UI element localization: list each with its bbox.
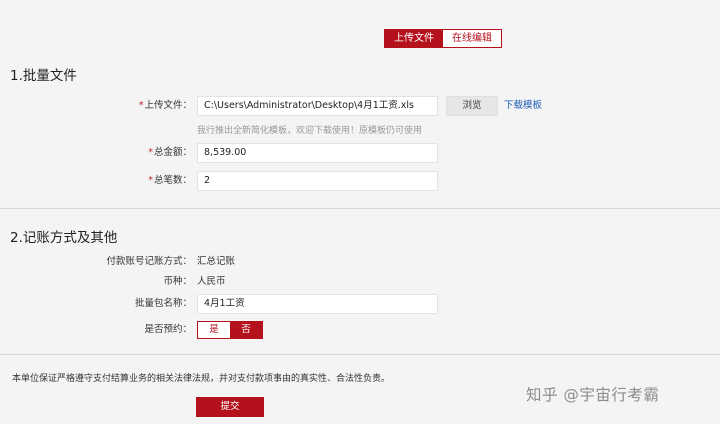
reserve-label: 是否预约： — [144, 324, 192, 335]
currency-value: 人民币 — [197, 276, 226, 287]
accounting-method-label: 付款账号记账方式： — [106, 256, 192, 267]
footer-divider — [0, 354, 720, 355]
total-amount-input[interactable]: 8,539.00 — [197, 143, 438, 163]
reserve-option-yes[interactable]: 是 — [198, 322, 230, 338]
submit-button[interactable]: 提交 — [196, 397, 264, 417]
mode-tabs: 上传文件 在线编辑 — [384, 29, 502, 48]
currency-label: 币种： — [163, 276, 192, 287]
browse-button[interactable]: 浏览 — [446, 96, 498, 116]
section-title-accounting: 2.记账方式及其他 — [10, 230, 118, 246]
download-template-link[interactable]: 下载模板 — [504, 96, 542, 116]
reserve-option-no[interactable]: 否 — [230, 322, 262, 338]
required-mark: * — [138, 100, 144, 111]
upload-file-label-text: 上传文件： — [144, 100, 192, 111]
batch-name-label: 批量包名称： — [134, 298, 192, 309]
tab-upload-file[interactable]: 上传文件 — [385, 30, 443, 47]
compliance-statement: 本单位保证严格遵守支付结算业务的相关法律法规，并对支付款项事由的真实性、合法性负… — [12, 374, 391, 384]
reserve-toggle: 是 否 — [197, 321, 263, 339]
template-hint-text: 我行推出全新简化模板，欢迎下载使用！原模板仍可使用 — [197, 126, 423, 136]
required-mark: * — [148, 147, 153, 158]
total-count-label-text: 总笔数： — [153, 175, 192, 186]
total-count-input[interactable]: 2 — [197, 171, 438, 191]
required-mark: * — [148, 175, 153, 186]
tab-online-edit[interactable]: 在线编辑 — [443, 30, 501, 47]
accounting-method-value: 汇总记账 — [197, 256, 236, 267]
total-amount-label: *总金额： — [72, 143, 192, 163]
total-count-label: *总笔数： — [72, 171, 192, 191]
batch-name-input[interactable]: 4月1工资 — [197, 294, 438, 314]
upload-file-path-field[interactable]: C:\Users\Administrator\Desktop\4月1工资.xls — [197, 96, 438, 116]
upload-file-label: *上传文件： — [72, 96, 192, 116]
watermark-text: 知乎 @宇宙行考霸 — [526, 386, 660, 404]
section-divider — [0, 208, 720, 209]
total-amount-label-text: 总金额： — [153, 147, 192, 158]
section-title-batch-file: 1.批量文件 — [10, 68, 77, 84]
